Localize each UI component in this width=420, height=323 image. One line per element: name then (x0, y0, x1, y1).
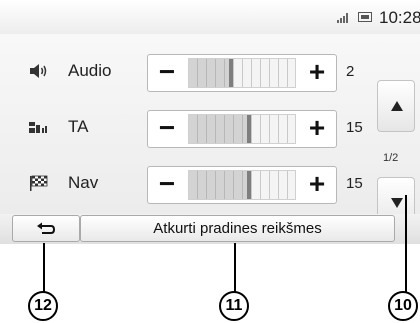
decrease-button[interactable]: − (150, 55, 184, 91)
reset-defaults-button[interactable]: Atkurti pradines reikšmes (80, 215, 395, 242)
bottom-bar: Atkurti pradines reikšmes (0, 214, 420, 244)
callout-10: 10 (388, 291, 418, 321)
row-label: TA (68, 117, 89, 136)
volume-settings-panel: Audio − + 2 TA − + 15 Nav − + 15 1/2 (0, 34, 420, 229)
page-indicator: 1/2 (383, 152, 399, 164)
back-arrow-icon (37, 222, 56, 234)
volume-row-audio: Audio − + 2 (0, 49, 375, 97)
volume-level (189, 115, 252, 143)
row-label: Nav (68, 173, 99, 192)
traffic-announcement-icon (29, 122, 47, 133)
decrease-button[interactable]: − (150, 167, 184, 203)
volume-level-bar[interactable] (188, 114, 296, 144)
volume-level (189, 59, 234, 87)
callout-line (43, 243, 45, 293)
increase-button[interactable]: + (300, 55, 334, 91)
increase-button[interactable]: + (300, 167, 334, 203)
decrease-button[interactable]: − (150, 111, 184, 147)
signal-icon (337, 13, 351, 23)
volume-level (189, 171, 252, 199)
row-label: Audio (68, 61, 112, 80)
callout-12: 12 (28, 291, 58, 321)
phone-icon (358, 12, 372, 22)
back-button[interactable] (12, 215, 80, 242)
speaker-icon (30, 64, 47, 78)
volume-level-bar[interactable] (188, 170, 296, 200)
volume-slider: − + (147, 54, 337, 92)
volume-value: 15 (346, 119, 363, 136)
volume-slider: − + (147, 110, 337, 148)
volume-value: 2 (346, 63, 355, 80)
volume-level-bar[interactable] (188, 58, 296, 88)
callout-11: 11 (219, 291, 249, 321)
increase-button[interactable]: + (300, 111, 334, 147)
arrow-down-icon (391, 198, 403, 208)
clock: 10:28 (379, 8, 420, 27)
volume-row-nav: Nav − + 15 (0, 161, 375, 209)
arrow-up-icon (391, 101, 403, 111)
checkered-flag-icon (30, 175, 48, 191)
volume-slider: − + (147, 166, 337, 204)
volume-value: 15 (346, 175, 363, 192)
scroll-up-button[interactable] (377, 80, 415, 132)
volume-row-ta: TA − + 15 (0, 105, 375, 153)
callout-line (405, 195, 407, 293)
status-bar: 10:28 (0, 0, 420, 35)
callout-line (234, 243, 236, 293)
